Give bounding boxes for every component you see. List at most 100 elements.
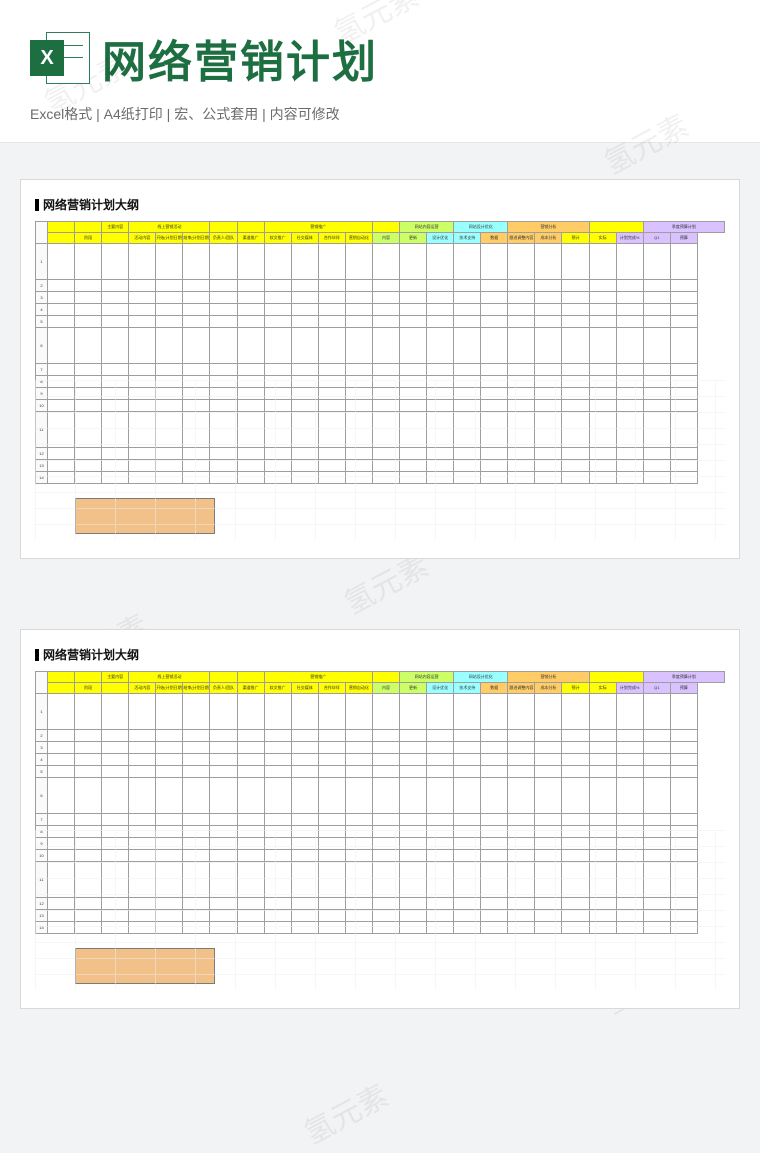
table-cell: [75, 922, 102, 934]
table-cell: [589, 922, 616, 934]
table-cell: [589, 292, 616, 304]
table-row: 3: [36, 742, 725, 754]
table-cell: [210, 364, 237, 376]
table-cell: [264, 922, 291, 934]
group-header-cell: [372, 672, 399, 683]
table-cell: [264, 376, 291, 388]
table-cell: [102, 814, 129, 826]
column-header-cell: 合作伙伴: [318, 683, 345, 694]
table-cell: [75, 814, 102, 826]
table-cell: [291, 850, 318, 862]
table-cell: [129, 766, 156, 778]
column-header-cell: 更新: [400, 233, 427, 244]
spreadsheet-preview-1: 网络营销计划大纲 主要内容线上营销活动营销推广网站内容运营网站设计优化营销分析季…: [20, 179, 740, 559]
table-cell: [129, 778, 156, 814]
column-header-cell: 内容: [372, 683, 399, 694]
column-header-cell: 阶段: [75, 233, 102, 244]
table-cell: [264, 850, 291, 862]
table-cell: [183, 850, 210, 862]
plan-table: 主要内容线上营销活动营销推广网站内容运营网站设计优化营销分析季度预算计划 阶段活…: [35, 671, 725, 934]
table-cell: [156, 280, 183, 292]
table-cell: [345, 316, 372, 328]
table-cell: [535, 850, 562, 862]
table-cell: [264, 730, 291, 742]
table-cell: [616, 694, 643, 730]
table-cell: [183, 742, 210, 754]
table-cell: [345, 742, 372, 754]
table-cell: [237, 244, 264, 280]
table-row: 7: [36, 364, 725, 376]
table-cell: [345, 850, 372, 862]
table-cell: [372, 922, 399, 934]
table-cell: [183, 838, 210, 850]
table-cell: [156, 364, 183, 376]
table-cell: [48, 730, 75, 742]
table-cell: [318, 448, 345, 460]
table-cell: [75, 460, 102, 472]
table-cell: [372, 364, 399, 376]
table-cell: [156, 304, 183, 316]
table-row: 4: [36, 754, 725, 766]
table-cell: [75, 400, 102, 412]
table-cell: [345, 898, 372, 910]
table-cell: [643, 838, 670, 850]
table-cell: [427, 730, 454, 742]
table-cell: [427, 862, 454, 898]
table-cell: [291, 328, 318, 364]
table-cell: [318, 388, 345, 400]
row-number-cell: 4: [36, 754, 48, 766]
table-cell: [75, 778, 102, 814]
row-number-cell: 8: [36, 376, 48, 388]
table-cell: [508, 826, 535, 838]
table-cell: [427, 922, 454, 934]
table-cell: [264, 838, 291, 850]
table-cell: [237, 280, 264, 292]
table-cell: [372, 412, 399, 448]
sheet-title-text: 网络营销计划大纲: [43, 646, 139, 663]
table-cell: [427, 400, 454, 412]
table-cell: [345, 388, 372, 400]
table-cell: [670, 364, 697, 376]
table-cell: [481, 316, 508, 328]
table-cell: [291, 388, 318, 400]
group-header-cell: 线上营销活动: [129, 672, 210, 683]
table-cell: [427, 910, 454, 922]
column-header-cell: 实际: [589, 233, 616, 244]
table-row: 8: [36, 376, 725, 388]
table-cell: [481, 910, 508, 922]
column-header-cell: 软文推广: [264, 233, 291, 244]
table-cell: [48, 472, 75, 484]
table-cell: [372, 850, 399, 862]
column-header-cell: 负责人/团队: [210, 233, 237, 244]
table-cell: [643, 472, 670, 484]
table-cell: [75, 304, 102, 316]
table-cell: [237, 292, 264, 304]
table-row: 6: [36, 328, 725, 364]
table-cell: [589, 730, 616, 742]
column-header-cell: 跟进调整内容: [508, 233, 535, 244]
table-cell: [345, 304, 372, 316]
table-cell: [102, 694, 129, 730]
table-cell: [102, 754, 129, 766]
table-cell: [670, 388, 697, 400]
table-cell: [589, 850, 616, 862]
table-cell: [264, 778, 291, 814]
table-cell: [535, 364, 562, 376]
column-header-cell: 成本分析: [535, 683, 562, 694]
table-cell: [237, 460, 264, 472]
table-cell: [210, 838, 237, 850]
table-cell: [345, 472, 372, 484]
table-cell: [670, 412, 697, 448]
table-cell: [427, 304, 454, 316]
table-cell: [318, 376, 345, 388]
page-subtitle: Excel格式 | A4纸打印 | 宏、公式套用 | 内容可修改: [30, 104, 730, 124]
table-cell: [372, 292, 399, 304]
table-cell: [427, 412, 454, 448]
table-cell: [48, 376, 75, 388]
table-cell: [454, 412, 481, 448]
table-cell: [454, 364, 481, 376]
table-row: 2: [36, 730, 725, 742]
group-header-cell: 营销分析: [508, 672, 589, 683]
table-cell: [102, 460, 129, 472]
table-cell: [427, 328, 454, 364]
